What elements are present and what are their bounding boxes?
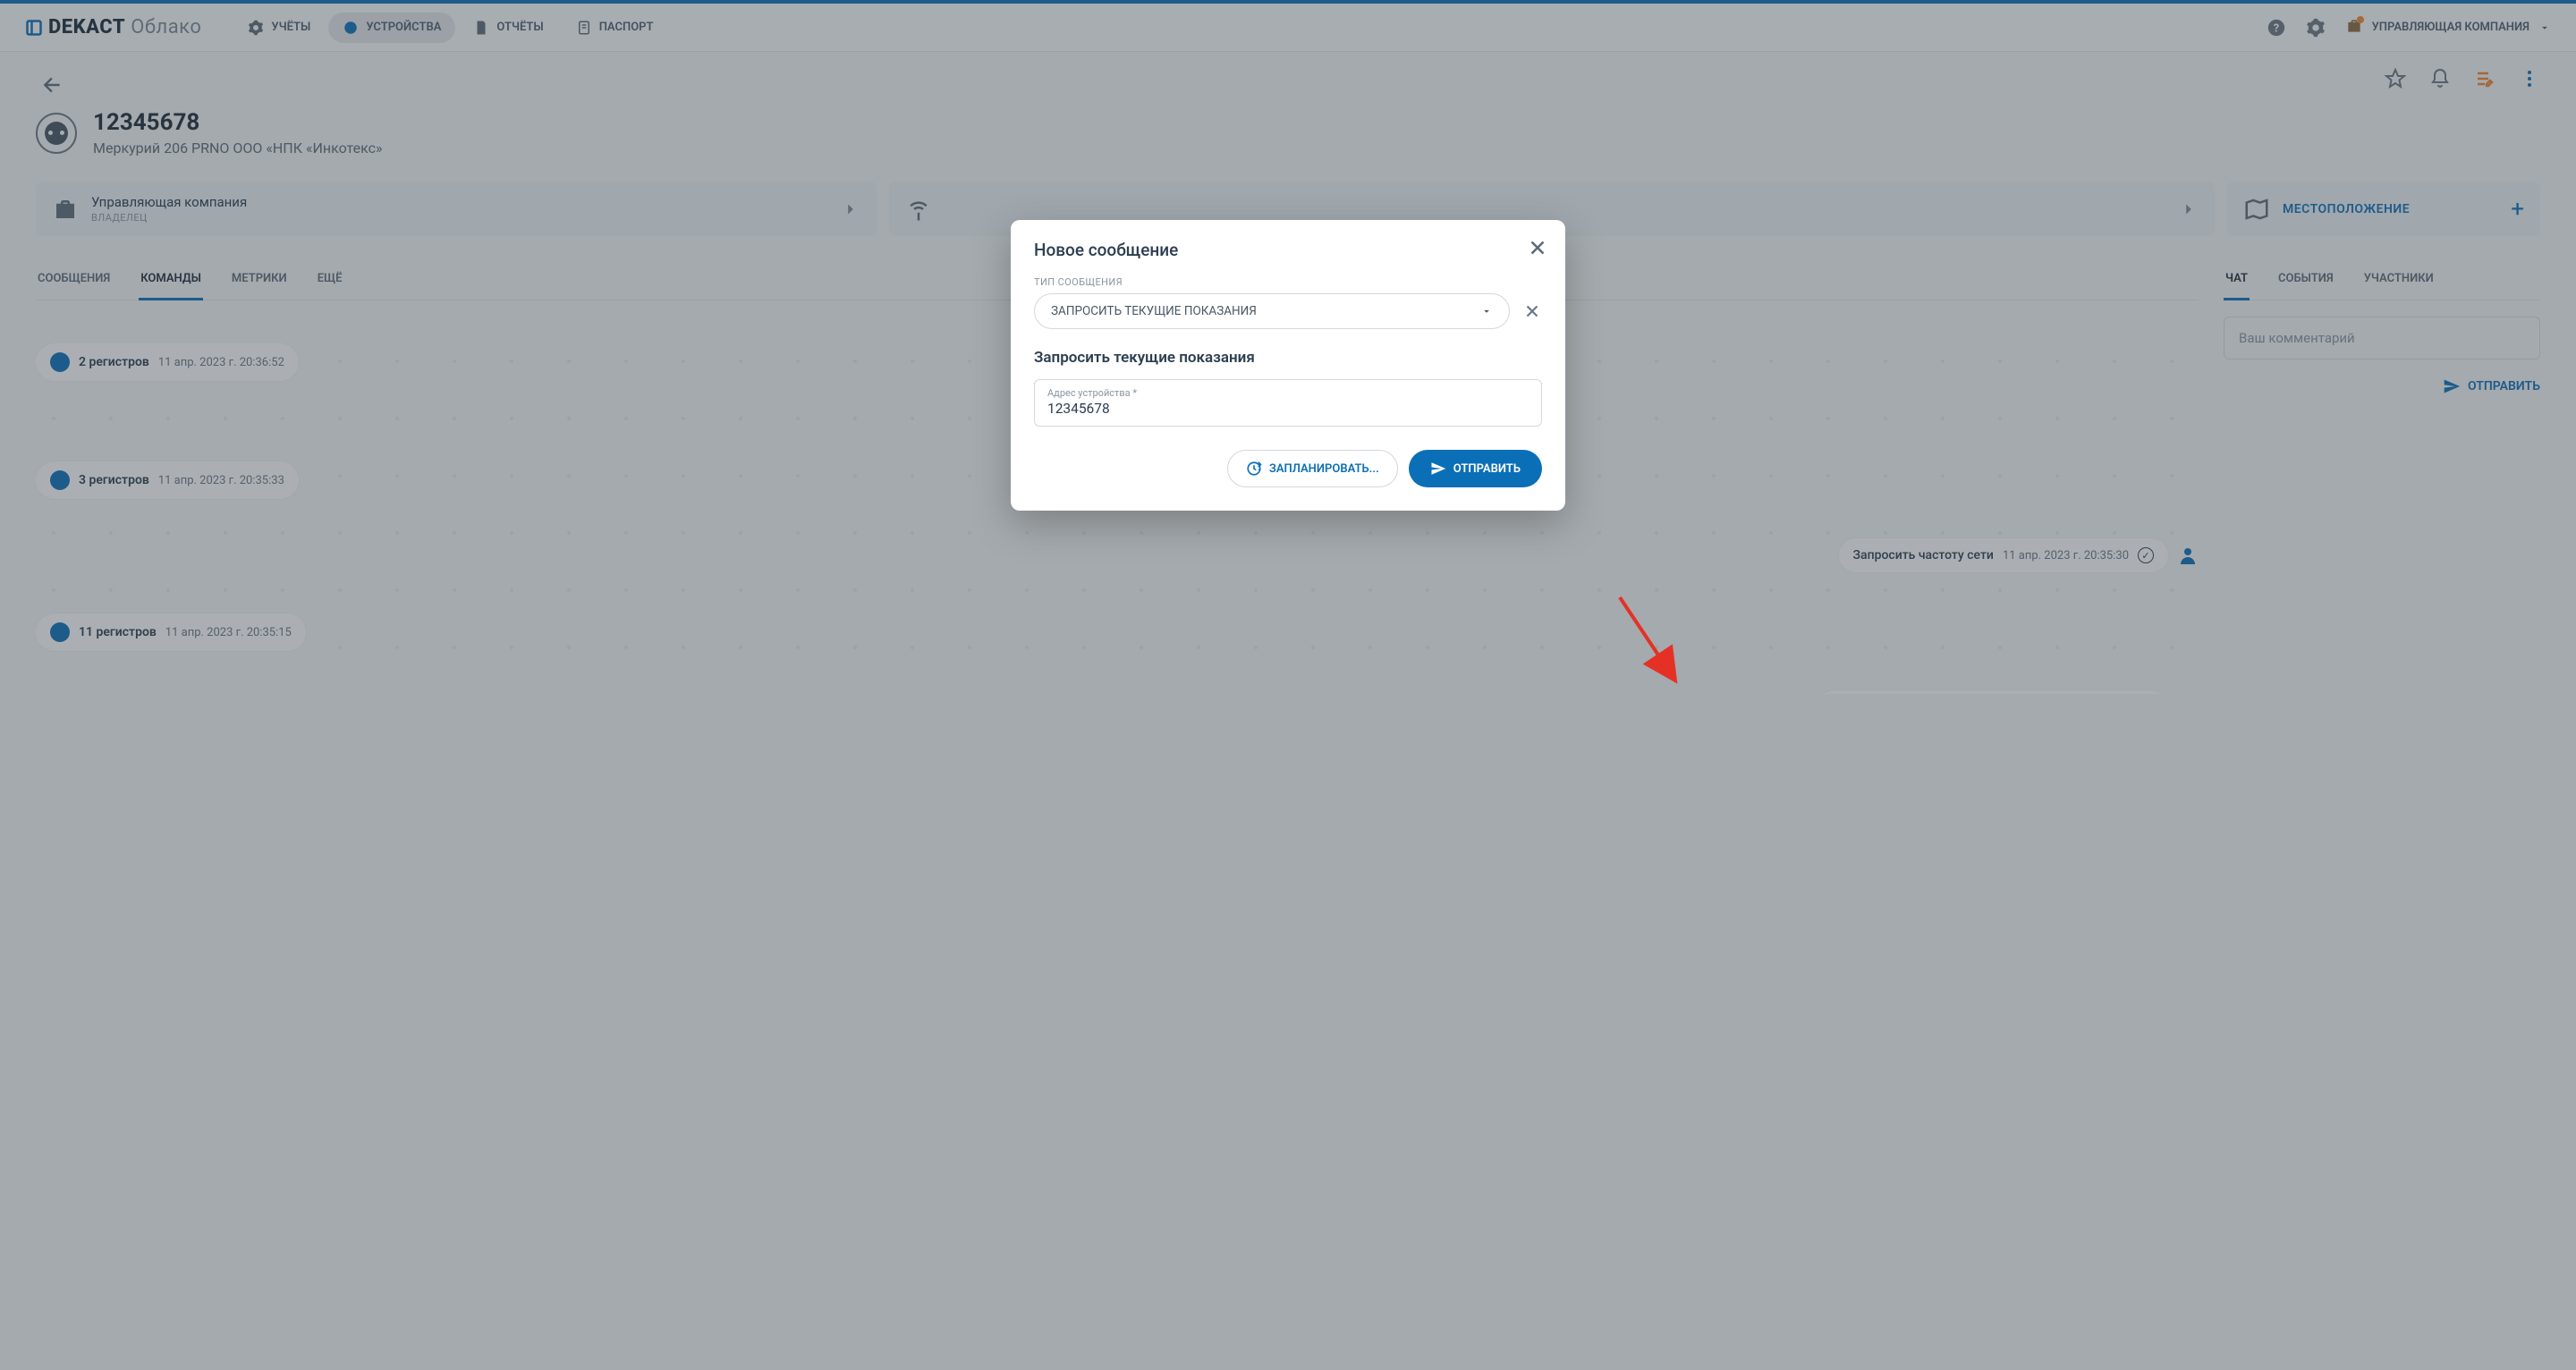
send-button[interactable]: ОТПРАВИТЬ — [1409, 450, 1542, 487]
section-title: Запросить текущие показания — [1034, 349, 1542, 367]
clear-type-button[interactable] — [1522, 301, 1542, 321]
clock-icon — [1246, 461, 1262, 477]
send-icon — [1430, 461, 1446, 477]
new-message-modal: Новое сообщение ТИП СООБЩЕНИЯ ЗАПРОСИТЬ … — [1011, 220, 1565, 511]
schedule-label: ЗАПЛАНИРОВАТЬ... — [1269, 462, 1379, 476]
addr-label: Адрес устройства * — [1047, 387, 1529, 399]
modal-title: Новое сообщение — [1034, 240, 1542, 260]
annotation-arrow — [1606, 588, 1705, 696]
device-address-field[interactable]: Адрес устройства * 12345678 — [1034, 379, 1542, 427]
close-icon[interactable] — [1526, 236, 1549, 259]
schedule-button[interactable]: ЗАПЛАНИРОВАТЬ... — [1227, 450, 1398, 487]
message-type-value: ЗАПРОСИТЬ ТЕКУЩИЕ ПОКАЗАНИЯ — [1051, 304, 1257, 318]
type-label: ТИП СООБЩЕНИЯ — [1034, 276, 1542, 288]
caret-down-icon — [1480, 305, 1493, 317]
addr-value: 12345678 — [1047, 401, 1529, 417]
modal-overlay: Новое сообщение ТИП СООБЩЕНИЯ ЗАПРОСИТЬ … — [0, 0, 2576, 1370]
send-label: ОТПРАВИТЬ — [1453, 462, 1521, 476]
modal-actions: ЗАПЛАНИРОВАТЬ... ОТПРАВИТЬ — [1034, 450, 1542, 487]
message-type-select[interactable]: ЗАПРОСИТЬ ТЕКУЩИЕ ПОКАЗАНИЯ — [1034, 293, 1510, 329]
